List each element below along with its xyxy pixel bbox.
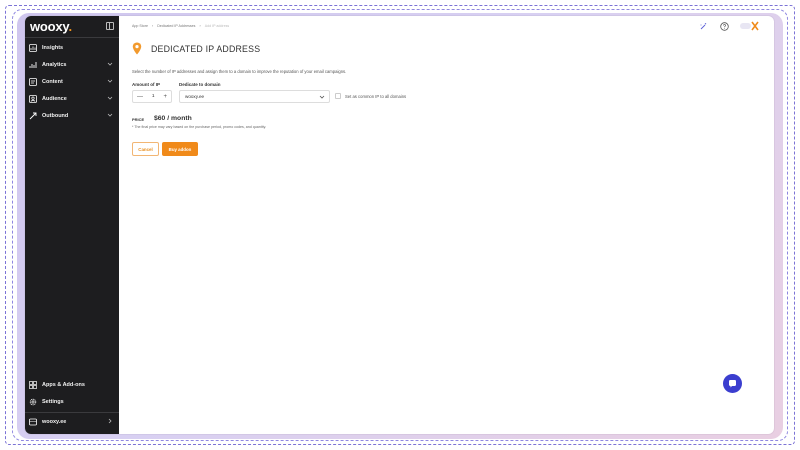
page-title: DEDICATED IP ADDRESS (151, 44, 261, 54)
sidebar-item-label: Insights (42, 45, 64, 51)
domain-select-value: wooxy.ee (185, 94, 205, 99)
insights-icon (29, 44, 37, 52)
apps-icon (29, 381, 37, 389)
common-ip-label: Set as common IP to all domains (345, 93, 407, 99)
sidebar-item-label: Outbound (42, 113, 69, 119)
breadcrumb-app-store[interactable]: App Store (132, 24, 148, 28)
common-ip-checkbox[interactable] (335, 93, 341, 99)
chevron-down-icon (107, 78, 113, 86)
chevron-down-icon (107, 95, 113, 103)
audience-icon (29, 95, 37, 103)
sidebar-item-label: Settings (42, 399, 64, 405)
price-value: $60 / month (154, 115, 192, 122)
content-icon (29, 78, 37, 86)
main-content: App Store › Dedicated IP Addresses › Add… (119, 16, 774, 434)
breadcrumb-separator: › (151, 24, 154, 28)
common-ip-option[interactable]: Set as common IP to all domains (335, 93, 406, 99)
chevron-down-icon (319, 94, 325, 101)
brand-logo[interactable]: wooxy. (30, 19, 72, 34)
breadcrumb-separator: › (199, 24, 201, 28)
sidebar-account[interactable]: wooxy.ee (29, 415, 115, 429)
sidebar-toggle-icon[interactable] (106, 22, 114, 30)
gear-icon (29, 398, 37, 406)
price-label: PRICE (132, 117, 145, 122)
analytics-icon (29, 61, 37, 69)
amount-value[interactable]: 1 (152, 94, 155, 99)
page-description: Select the number of IP addresses and as… (132, 69, 347, 74)
chevron-down-icon (107, 112, 113, 120)
domain-select[interactable]: wooxy.ee (179, 90, 330, 103)
sidebar-item-settings[interactable]: Settings (29, 395, 115, 409)
decrement-button[interactable]: — (137, 94, 143, 100)
account-icon (29, 418, 37, 426)
cancel-button[interactable]: Cancel (132, 142, 159, 156)
sidebar: wooxy. Insights Analytics Content Audien… (25, 16, 119, 434)
chevron-right-icon (107, 418, 113, 426)
chevron-down-icon (107, 61, 113, 69)
sidebar-divider (25, 37, 119, 38)
sidebar-divider (25, 412, 119, 413)
sidebar-item-insights[interactable]: Insights (29, 41, 115, 55)
location-pin-icon (132, 42, 142, 55)
breadcrumb: App Store › Dedicated IP Addresses › Add… (132, 24, 229, 28)
chat-button[interactable] (723, 374, 742, 393)
breadcrumb-dedicated-ip[interactable]: Dedicated IP Addresses (157, 24, 195, 28)
amount-stepper: — 1 + (132, 90, 172, 103)
sidebar-item-label: Content (42, 79, 63, 85)
header-actions (698, 21, 760, 31)
wand-icon[interactable] (698, 21, 708, 31)
account-label: wooxy.ee (42, 419, 67, 425)
sidebar-item-apps[interactable]: Apps & Add-ons (29, 378, 115, 392)
help-icon[interactable] (719, 21, 729, 31)
sidebar-item-label: Apps & Add-ons (42, 382, 85, 388)
amount-label: Amount of IP (132, 82, 160, 87)
breadcrumb-current: Add IP address (204, 24, 230, 28)
sidebar-item-content[interactable]: Content (29, 75, 115, 89)
buy-addon-button[interactable]: Buy addon (162, 142, 198, 156)
avatar[interactable] (740, 21, 760, 31)
outbound-icon (29, 112, 37, 120)
price-note: * The final price may vary based on the … (132, 125, 267, 129)
sidebar-item-outbound[interactable]: Outbound (29, 109, 115, 123)
chat-icon (729, 380, 736, 388)
sidebar-item-audience[interactable]: Audience (29, 92, 115, 106)
sidebar-item-label: Analytics (42, 62, 67, 68)
sidebar-item-analytics[interactable]: Analytics (29, 58, 115, 72)
app-window: wooxy. Insights Analytics Content Audien… (25, 16, 774, 434)
increment-button[interactable]: + (163, 94, 167, 100)
sidebar-item-label: Audience (42, 96, 67, 102)
domain-label: Dedicate to domain (179, 82, 221, 87)
